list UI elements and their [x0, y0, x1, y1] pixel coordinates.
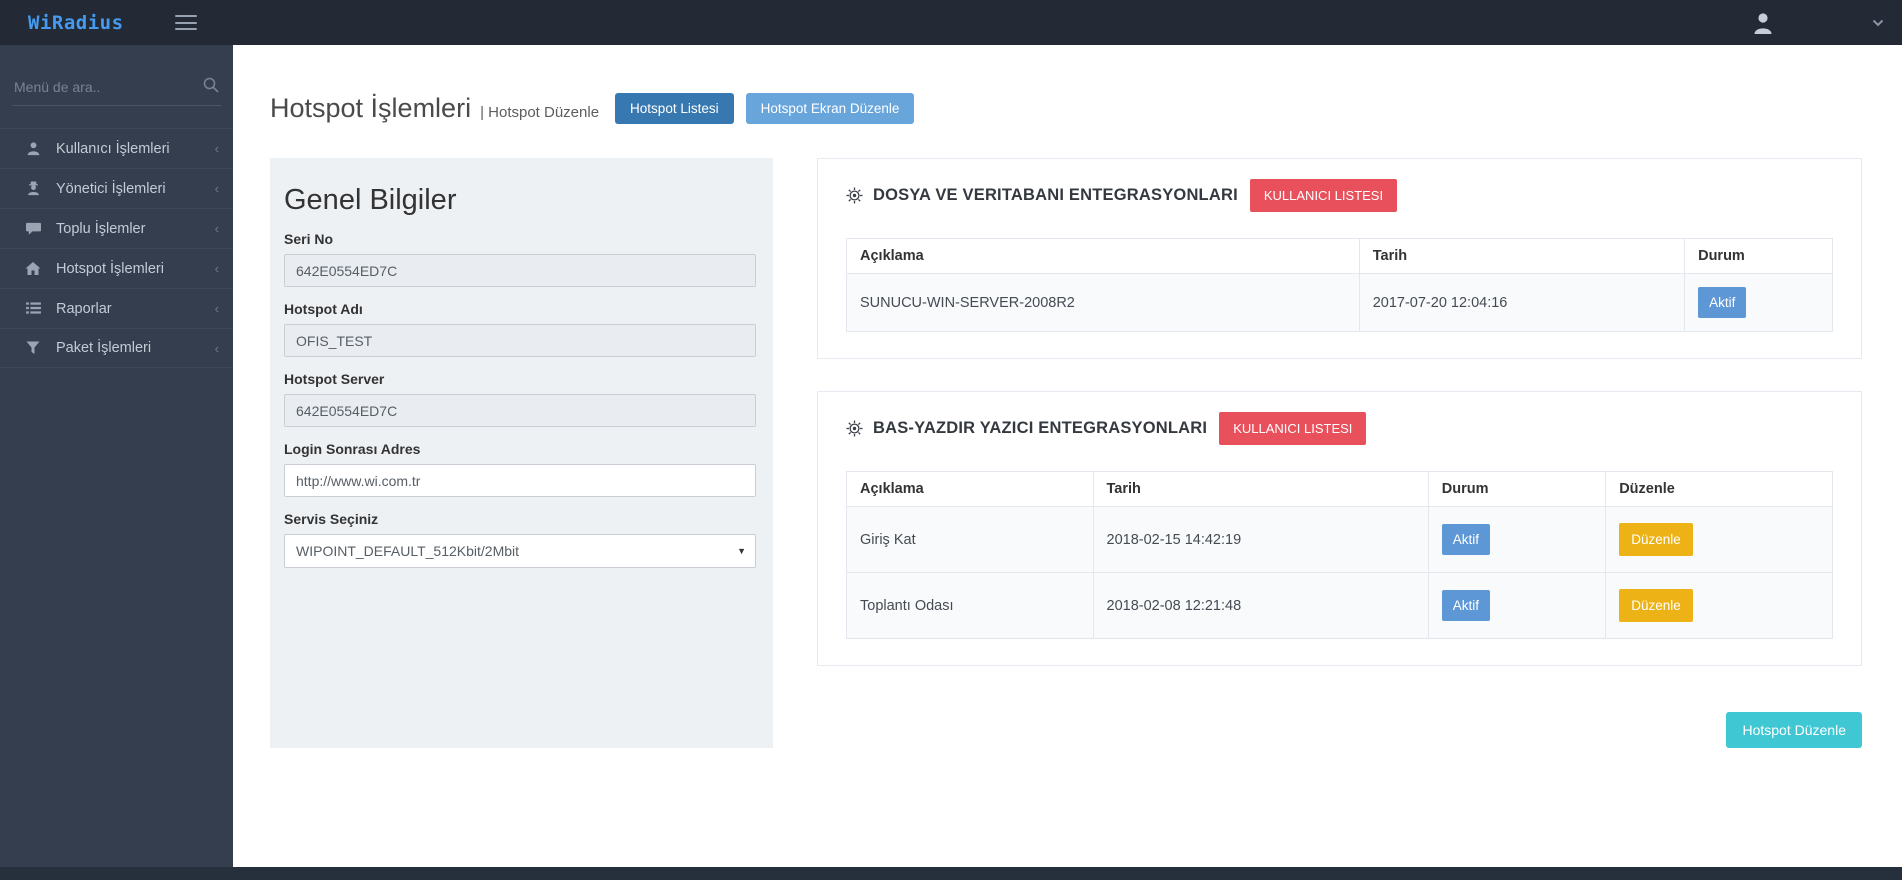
table-row: Giriş Kat 2018-02-15 14:42:19 Aktif Düze… [847, 507, 1833, 573]
sidebar: Kullanıcı İşlemleri ‹ Yönetici İşlemleri… [0, 45, 233, 867]
table-row: SUNUCU-WIN-SERVER-2008R2 2017-07-20 12:0… [847, 274, 1833, 332]
row-desc: Giriş Kat [847, 507, 1094, 573]
menu-icon[interactable] [175, 15, 197, 30]
general-info-panel: Genel Bilgiler Seri No Hotspot Adı Hotsp… [270, 158, 773, 748]
seri-no-label: Seri No [284, 231, 756, 247]
chevron-left-icon: ‹ [215, 221, 219, 236]
sidebar-item-hotspot-islemleri[interactable]: Hotspot İşlemleri ‹ [0, 248, 233, 288]
page-subtitle: | Hotspot Düzenle [480, 104, 599, 121]
page-header: Hotspot İşlemleri | Hotspot Düzenle Hots… [270, 93, 1862, 124]
seri-no-field[interactable] [284, 254, 756, 287]
chevron-left-icon: ‹ [215, 341, 219, 356]
col-tarih: Tarih [1093, 472, 1428, 507]
row-date: 2018-02-15 14:42:19 [1093, 507, 1428, 573]
admin-icon [24, 181, 42, 196]
dosya-veritabani-table: Açıklama Tarih Durum SUNUCU-WIN-SERVER-2… [846, 238, 1833, 332]
row-date: 2018-02-08 12:21:48 [1093, 573, 1428, 639]
caret-down-icon[interactable] [1872, 19, 1884, 27]
panel-title: Genel Bilgiler [284, 176, 756, 217]
card-title: DOSYA VE VERITABANI ENTEGRASYONLARI [873, 186, 1238, 205]
hotspot-duzenle-button[interactable]: Hotspot Düzenle [1726, 712, 1862, 748]
duzenle-button[interactable]: Düzenle [1619, 523, 1693, 556]
table-row: Toplantı Odası 2018-02-08 12:21:48 Aktif… [847, 573, 1833, 639]
home-icon [24, 261, 42, 276]
bas-yazdir-table: Açıklama Tarih Durum Düzenle Giriş Kat 2… [846, 471, 1833, 639]
chevron-left-icon: ‹ [215, 301, 219, 316]
status-aktif-button[interactable]: Aktif [1442, 524, 1490, 555]
gear-icon [846, 420, 863, 437]
row-desc: Toplantı Odası [847, 573, 1094, 639]
sidebar-item-paket-islemleri[interactable]: Paket İşlemleri ‹ [0, 328, 233, 368]
kullanici-listesi-button[interactable]: KULLANICI LISTESI [1219, 412, 1366, 445]
sidebar-item-yonetici-islemleri[interactable]: Yönetici İşlemleri ‹ [0, 168, 233, 208]
status-aktif-button[interactable]: Aktif [1698, 287, 1746, 318]
comment-icon [24, 221, 42, 236]
main-content: Hotspot İşlemleri | Hotspot Düzenle Hots… [233, 45, 1902, 867]
sidebar-nav: Kullanıcı İşlemleri ‹ Yönetici İşlemleri… [0, 128, 233, 368]
package-icon [24, 341, 42, 355]
login-sonrasi-adres-field[interactable] [284, 464, 756, 497]
hotspot-adi-field[interactable] [284, 324, 756, 357]
servis-seciniz-label: Servis Seçiniz [284, 511, 756, 527]
sidebar-item-kullanici-islemleri[interactable]: Kullanıcı İşlemleri ‹ [0, 128, 233, 168]
hotspot-server-label: Hotspot Server [284, 371, 756, 387]
card-title: BAS-YAZDIR YAZICI ENTEGRASYONLARI [873, 419, 1207, 438]
chevron-left-icon: ‹ [215, 181, 219, 196]
login-sonrasi-adres-label: Login Sonrası Adres [284, 441, 756, 457]
page-title: Hotspot İşlemleri [270, 93, 471, 124]
sidebar-item-toplu-islemler[interactable]: Toplu İşlemler ‹ [0, 208, 233, 248]
col-aciklama: Açıklama [847, 239, 1360, 274]
status-aktif-button[interactable]: Aktif [1442, 590, 1490, 621]
col-durum: Durum [1685, 239, 1833, 274]
list-icon [24, 302, 42, 315]
topbar: WiRadius [0, 0, 1902, 45]
row-desc: SUNUCU-WIN-SERVER-2008R2 [847, 274, 1360, 332]
dosya-veritabani-card: DOSYA VE VERITABANI ENTEGRASYONLARI KULL… [817, 158, 1862, 359]
hotspot-list-button[interactable]: Hotspot Listesi [615, 93, 734, 124]
servis-select[interactable]: WIPOINT_DEFAULT_512Kbit/2Mbit ▼ [284, 534, 756, 568]
chevron-left-icon: ‹ [215, 261, 219, 276]
col-durum: Durum [1428, 472, 1605, 507]
sidebar-item-raporlar[interactable]: Raporlar ‹ [0, 288, 233, 328]
gear-icon [846, 187, 863, 204]
search-icon[interactable] [203, 77, 219, 93]
select-caret-icon: ▼ [737, 546, 746, 556]
user-icon [24, 141, 42, 156]
footer-bar [0, 867, 1902, 880]
kullanici-listesi-button[interactable]: KULLANICI LISTESI [1250, 179, 1397, 212]
col-tarih: Tarih [1359, 239, 1684, 274]
col-aciklama: Açıklama [847, 472, 1094, 507]
chevron-left-icon: ‹ [215, 141, 219, 156]
hotspot-server-field[interactable] [284, 394, 756, 427]
app-logo[interactable]: WiRadius [0, 12, 175, 34]
hotspot-adi-label: Hotspot Adı [284, 301, 756, 317]
bas-yazdir-card: BAS-YAZDIR YAZICI ENTEGRASYONLARI KULLAN… [817, 391, 1862, 666]
duzenle-button[interactable]: Düzenle [1619, 589, 1693, 622]
row-date: 2017-07-20 12:04:16 [1359, 274, 1684, 332]
sidebar-search [12, 75, 221, 106]
col-duzenle: Düzenle [1606, 472, 1833, 507]
search-input[interactable] [12, 75, 221, 97]
hotspot-screen-edit-button[interactable]: Hotspot Ekran Düzenle [746, 93, 915, 124]
profile-icon[interactable] [1750, 10, 1776, 36]
servis-select-value: WIPOINT_DEFAULT_512Kbit/2Mbit [296, 543, 519, 559]
